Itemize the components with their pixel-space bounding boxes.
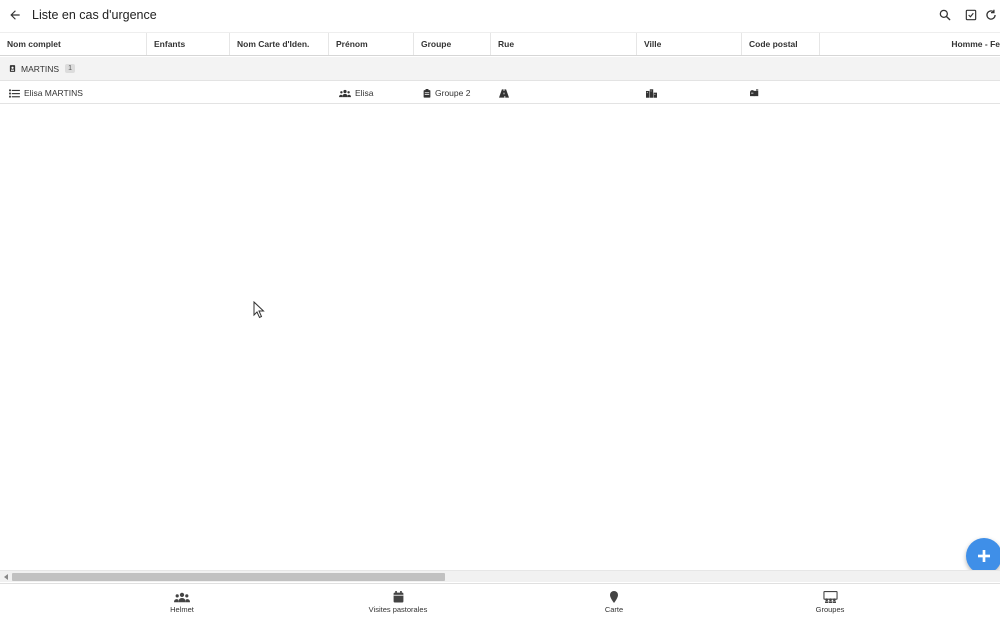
nav-item-visites-pastorales[interactable]: Visites pastorales <box>328 584 468 621</box>
page-title: Liste en cas d'urgence <box>32 8 157 22</box>
nav-label-groupes: Groupes <box>815 605 845 614</box>
city-icon <box>646 88 657 98</box>
plus-icon <box>978 550 990 562</box>
family-icon <box>9 65 16 72</box>
column-header-full-name[interactable]: Nom complet <box>0 33 147 55</box>
list-icon <box>9 88 20 98</box>
checkbox-icon <box>965 9 977 21</box>
column-header-children[interactable]: Enfants <box>147 33 230 55</box>
nav-item-carte[interactable]: Carte <box>544 584 684 621</box>
column-header-id-card-name[interactable]: Nom Carte d'Iden. <box>230 33 329 55</box>
road-icon <box>499 88 509 98</box>
calendar-icon <box>393 591 403 603</box>
first-name-text: Elisa <box>355 88 374 98</box>
group-name: MARTINS <box>21 63 60 74</box>
search-button[interactable] <box>932 0 958 30</box>
nav-item-helmet[interactable]: Helmet <box>112 584 252 621</box>
select-button[interactable] <box>958 0 984 30</box>
cell-postal-code <box>750 82 763 104</box>
add-button[interactable] <box>966 538 1000 574</box>
clipboard-icon <box>423 88 431 98</box>
column-header-first-name[interactable]: Prénom <box>329 33 414 55</box>
column-header-city[interactable]: Ville <box>637 33 742 55</box>
cell-first-name: Elisa <box>339 82 373 104</box>
map-pin-icon <box>610 591 618 603</box>
refresh-button[interactable] <box>984 0 1000 30</box>
table-row[interactable]: Elisa MARTINS Elisa Groupe 2 <box>0 82 1000 104</box>
cell-street <box>499 82 513 104</box>
refresh-icon <box>986 9 996 20</box>
group-text: Groupe 2 <box>435 88 471 98</box>
search-icon <box>939 9 951 21</box>
nav-label-carte: Carte <box>604 605 624 614</box>
people-icon <box>174 592 190 602</box>
group-count-badge: 1 <box>65 64 76 73</box>
column-header-street[interactable]: Rue <box>491 33 637 55</box>
group-row[interactable]: MARTINS 1 <box>0 57 1000 81</box>
full-name-text: Elisa MARTINS <box>24 88 83 98</box>
back-button[interactable] <box>0 0 30 30</box>
cell-group: Groupe 2 <box>423 82 470 104</box>
column-header-gender[interactable]: Homme - Fe <box>820 33 1000 55</box>
app-bar: Liste en cas d'urgence <box>0 0 1000 30</box>
groups-icon <box>822 591 838 603</box>
column-header-group[interactable]: Groupe <box>414 33 491 55</box>
nav-label-helmet: Helmet <box>170 604 194 614</box>
table-header: Nom complet Enfants Nom Carte d'Iden. Pr… <box>0 32 1000 56</box>
nav-label-visites-pastorales: Visites pastorales <box>368 605 428 614</box>
horizontal-scrollbar[interactable] <box>0 570 1000 582</box>
cell-full-name: Elisa MARTINS <box>9 82 83 104</box>
appbar-actions <box>932 0 1000 30</box>
arrow-back-icon <box>10 10 20 20</box>
mouse-cursor-icon <box>253 301 265 319</box>
scroll-left-icon[interactable] <box>2 573 10 581</box>
nav-item-groupes[interactable]: Groupes <box>760 584 900 621</box>
bottom-navigation: Helmet Visites pastorales Carte Groupes <box>0 583 1000 620</box>
mailbox-icon <box>750 88 759 96</box>
scrollbar-thumb[interactable] <box>12 573 445 581</box>
people-icon <box>339 89 351 97</box>
column-header-postal-code[interactable]: Code postal <box>742 33 820 55</box>
cell-city <box>646 82 661 104</box>
